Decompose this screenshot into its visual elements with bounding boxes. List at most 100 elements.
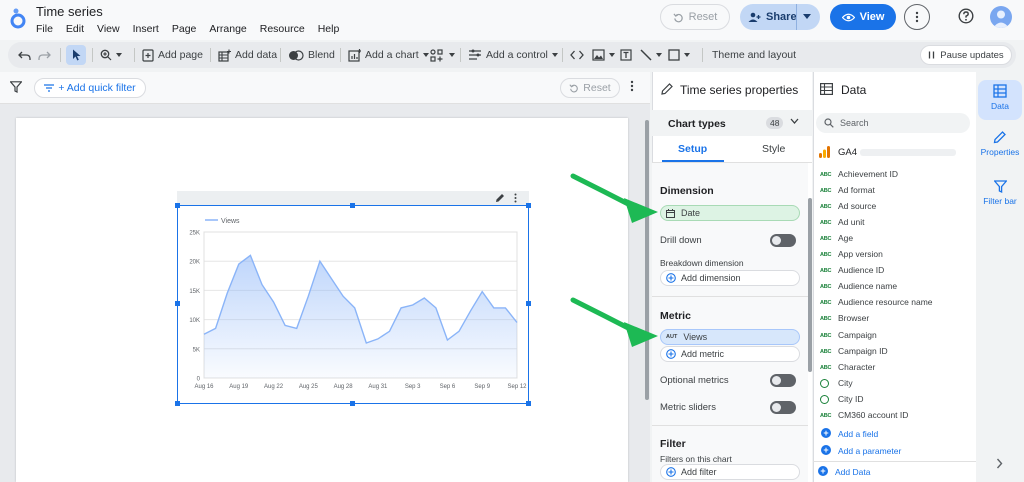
add-data-link[interactable]: Add Data [835,467,870,477]
data-field-item[interactable]: Campaign ID [838,346,888,356]
data-field-item[interactable]: CM360 account ID [838,410,908,420]
chart-more-icon[interactable] [514,193,517,203]
reset-icon [569,84,579,93]
data-panel-title: Data [841,83,867,97]
add-field-link[interactable]: Add a field [838,429,878,439]
metric-sliders-toggle[interactable] [770,401,796,414]
metric-aggregation-badge: AUT [666,334,678,340]
data-field-item[interactable]: Audience resource name [838,297,933,307]
redo-icon[interactable] [38,42,51,68]
resize-handle[interactable] [175,203,180,208]
edit-pencil-icon[interactable] [495,193,505,203]
resize-handle[interactable] [175,401,180,406]
data-field-item[interactable]: Age [838,233,853,243]
tab-setup[interactable]: Setup [678,143,707,155]
filter-more-icon[interactable] [630,80,634,92]
properties-scrollbar[interactable] [808,198,812,372]
menu-file[interactable]: File [36,23,53,35]
optional-metrics-label: Optional metrics [660,375,729,386]
resize-handle[interactable] [350,203,355,208]
data-field-item[interactable]: Ad source [838,201,876,211]
drill-down-toggle[interactable] [770,234,796,247]
pause-updates-button[interactable]: Pause updates [920,45,1012,65]
embed-code-icon[interactable] [570,42,584,68]
resize-handle[interactable] [350,401,355,406]
add-chart-button[interactable]: Add a chart [348,42,429,68]
optional-metrics-toggle[interactable] [770,374,796,387]
chevron-down-icon[interactable] [790,118,799,124]
data-field-item[interactable]: Browser [838,313,869,323]
add-control-button[interactable]: Add a control [468,42,558,68]
chevron-right-icon[interactable] [996,458,1003,469]
line-icon[interactable] [640,42,662,68]
data-field-item[interactable]: City [838,378,853,388]
data-field-item[interactable]: Audience name [838,281,897,291]
zoom-icon[interactable] [100,42,122,68]
undo-icon[interactable] [18,42,31,68]
add-chart-icon [348,48,361,62]
add-quick-filter-button[interactable]: + Add quick filter [34,78,146,98]
report-title[interactable]: Time series [36,4,103,19]
view-button[interactable]: View [830,4,896,30]
data-source-name[interactable]: GA4 [838,147,857,158]
resize-handle[interactable] [175,301,180,306]
data-field-item[interactable]: Ad unit [838,217,864,227]
blend-button[interactable]: Blend [288,42,335,68]
data-field-item[interactable]: Character [838,362,875,372]
reset-button[interactable]: Reset [660,4,730,30]
resize-handle[interactable] [526,203,531,208]
add-dimension-button[interactable]: Add dimension [660,270,800,286]
resize-handle[interactable] [526,301,531,306]
theme-layout-button[interactable]: Theme and layout [712,42,796,68]
add-metric-button[interactable]: Add metric [660,346,800,362]
text-field-icon: ABC [820,219,832,226]
filter-funnel-icon[interactable] [10,81,22,93]
data-panel [813,72,976,482]
tab-style[interactable]: Style [762,143,785,155]
rail-filter-bar-button[interactable]: Filter bar [978,180,1022,218]
dimension-date-chip[interactable]: Date [660,205,800,221]
filter-reset-button[interactable]: Reset [560,78,620,98]
menu-resource[interactable]: Resource [260,23,305,35]
add-page-button[interactable]: Add page [142,42,203,68]
theme-layout-label: Theme and layout [712,49,797,61]
looker-studio-logo[interactable] [8,6,28,30]
community-viz-icon[interactable] [430,42,455,68]
menu-arrange[interactable]: Arrange [209,23,246,35]
resize-handle[interactable] [526,401,531,406]
menu-edit[interactable]: Edit [66,23,84,35]
geo-field-icon [820,379,829,388]
add-control-icon [469,49,481,60]
data-field-item[interactable]: City ID [838,394,864,404]
text-box-icon[interactable] [620,42,632,68]
pause-updates-label: Pause updates [940,49,1004,61]
add-data-button[interactable]: Add data [218,42,277,68]
avatar[interactable] [990,6,1012,28]
data-search-input[interactable]: Search [816,113,970,133]
time-series-chart[interactable]: Views 25K 20K 15K 10K 5K 0 Aug 16 Aug 19 Aug 22… [175,203,531,406]
more-options-icon[interactable] [904,4,930,30]
toolbar: Add page Add data Blend Add a chart Add … [8,42,1016,68]
data-field-item[interactable]: Campaign [838,330,877,340]
help-icon[interactable] [958,8,974,24]
shape-icon[interactable] [668,42,690,68]
data-field-item[interactable]: Achievement ID [838,169,898,179]
menu-help[interactable]: Help [318,23,340,35]
add-field-icon: + [821,428,831,438]
data-field-item[interactable]: App version [838,249,883,259]
add-filter-button[interactable]: Add filter [660,464,800,480]
data-field-item[interactable]: Ad format [838,185,875,195]
image-icon[interactable] [592,42,615,68]
data-field-item[interactable]: Audience ID [838,265,884,275]
menu-page[interactable]: Page [172,23,197,35]
metric-views-chip[interactable]: AUT Views [660,329,800,345]
rail-properties-button[interactable]: Properties [978,128,1022,166]
add-parameter-link[interactable]: Add a parameter [838,446,901,456]
x-tick-label: Aug 28 [334,384,354,390]
share-dropdown-icon[interactable] [803,14,811,19]
rail-data-button[interactable]: Data [978,80,1022,120]
menu-insert[interactable]: Insert [133,23,159,35]
menu-view[interactable]: View [97,23,120,35]
canvas-scrollbar[interactable] [645,120,649,400]
select-pointer-icon[interactable] [66,45,86,65]
